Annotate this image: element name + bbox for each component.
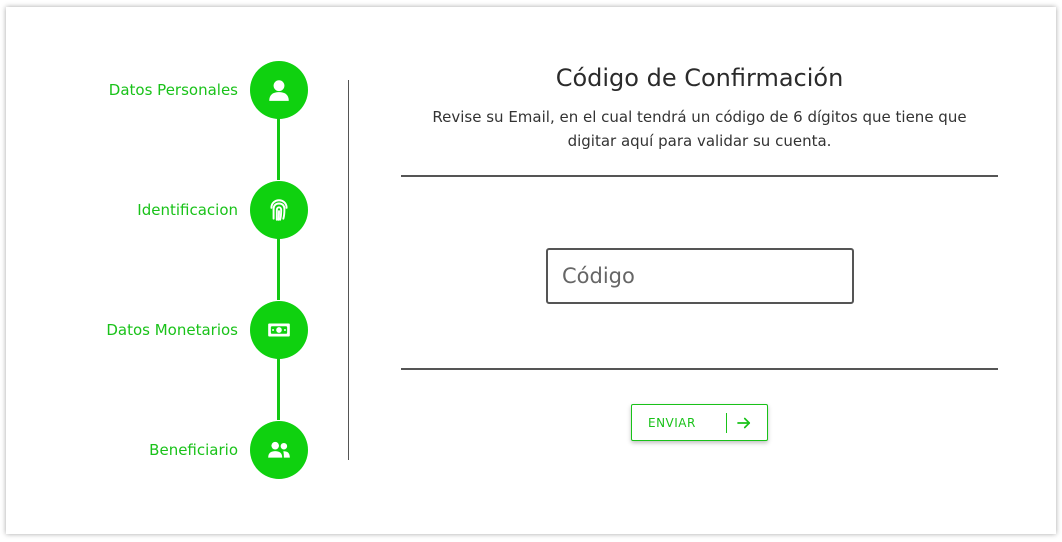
step-label: Identificacion	[137, 201, 238, 219]
vertical-divider	[348, 80, 349, 460]
step-label: Datos Personales	[108, 81, 238, 99]
page-title: Código de Confirmación	[555, 64, 844, 92]
step-circle	[250, 181, 308, 239]
users-icon	[268, 441, 290, 458]
user-icon	[269, 80, 289, 101]
send-button[interactable]: ENVIAR	[631, 404, 768, 441]
step-connector	[277, 237, 280, 300]
button-separator	[726, 412, 727, 433]
registration-card: Datos Personales Identificacion Datos Mo…	[6, 7, 1056, 534]
step-circle	[250, 61, 308, 119]
send-button-label: ENVIAR	[648, 415, 696, 430]
arrow-right-icon	[737, 417, 751, 428]
step-connector	[277, 117, 280, 180]
confirmation-code-input[interactable]	[546, 248, 854, 304]
step-datos-monetarios[interactable]: Datos Monetarios	[6, 301, 316, 359]
step-label: Beneficiario	[149, 441, 238, 459]
step-identificacion[interactable]: Identificacion	[6, 181, 316, 239]
divider-top	[401, 175, 998, 177]
instructions-text: Revise su Email, en el cual tendrá un có…	[432, 108, 967, 150]
step-connector	[277, 357, 280, 420]
step-beneficiario[interactable]: Beneficiario	[6, 421, 316, 479]
step-label: Datos Monetarios	[106, 321, 238, 339]
step-circle	[250, 421, 308, 479]
divider-bottom	[401, 368, 998, 370]
step-circle	[250, 301, 308, 359]
stepper: Datos Personales Identificacion Datos Mo…	[6, 7, 326, 534]
step-datos-personales[interactable]: Datos Personales	[6, 61, 316, 119]
money-bill-icon	[268, 323, 290, 337]
fingerprint-icon	[270, 199, 288, 221]
confirmation-panel: Código de Confirmación Revise su Email, …	[401, 7, 998, 534]
